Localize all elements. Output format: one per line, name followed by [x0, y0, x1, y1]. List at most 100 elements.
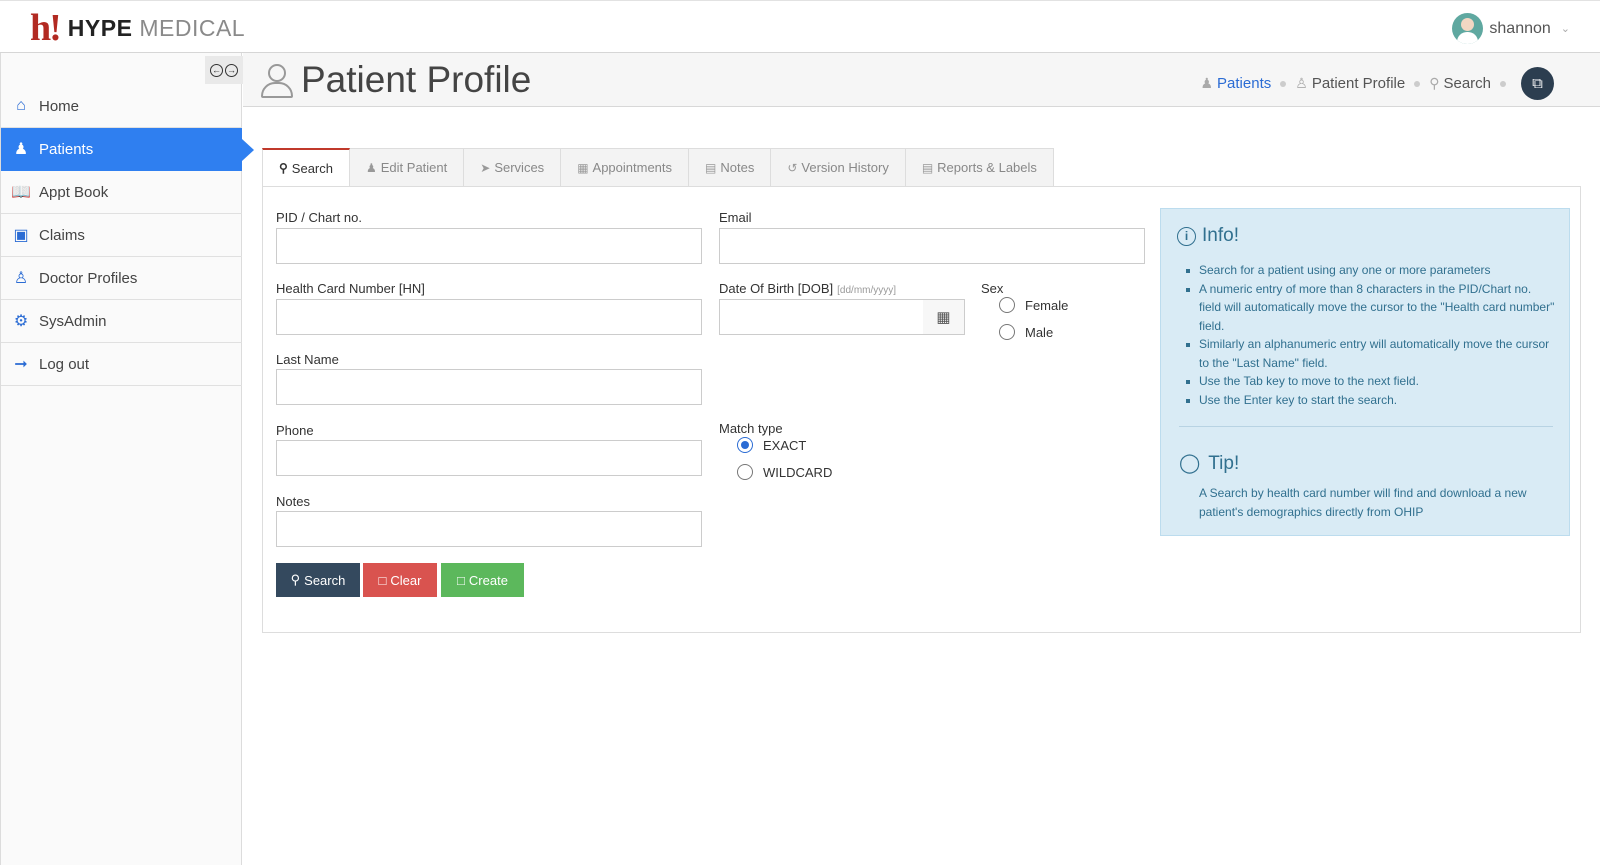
- tab-version-history[interactable]: ↺ Version History: [771, 148, 906, 187]
- dob-input[interactable]: [719, 299, 924, 335]
- tab-label: Reports & Labels: [937, 160, 1037, 175]
- last-name-input[interactable]: [276, 369, 702, 405]
- match-type-label: Match type: [719, 421, 783, 436]
- calendar-icon: ▦: [936, 309, 951, 326]
- app-logo[interactable]: h! HYPE MEDICAL: [30, 7, 245, 49]
- email-label: Email: [719, 210, 752, 225]
- page-title: Patient Profile: [259, 59, 531, 101]
- user-icon: ♙: [1295, 75, 1308, 91]
- sidebar-item-label: Appt Book: [39, 183, 109, 201]
- list-item: Use the Tab key to move to the next fiel…: [1185, 372, 1555, 391]
- sidebar-item-appt-book[interactable]: 📖 Appt Book: [1, 171, 242, 214]
- sidebar-item-sysadmin[interactable]: ⚙ SysAdmin: [1, 300, 242, 343]
- user-name: shannon: [1489, 19, 1551, 37]
- dob-label-text: Date Of Birth [DOB]: [719, 281, 834, 296]
- breadcrumb-patients[interactable]: ♟ Patients: [1200, 75, 1271, 92]
- briefcase-icon: ▣: [13, 227, 29, 244]
- search-button[interactable]: ⚲ Search: [276, 563, 360, 597]
- search-icon: ⚲: [279, 161, 288, 175]
- search-icon: ⚲: [290, 572, 301, 587]
- tab-edit-patient[interactable]: ♟ Edit Patient: [350, 148, 465, 187]
- profile-tabs: ⚲ Search ♟ Edit Patient ➤ Services ▦ App…: [262, 148, 1054, 187]
- tab-reports-labels[interactable]: ▤ Reports & Labels: [905, 148, 1054, 187]
- pid-input[interactable]: [276, 228, 702, 264]
- lightbulb-icon: ◯: [1179, 453, 1201, 474]
- breadcrumb-separator: [1280, 80, 1287, 87]
- dob-label: Date Of Birth [DOB] [dd/mm/yyyy]: [719, 281, 896, 296]
- clipboard-icon: ⧉: [1532, 75, 1543, 92]
- breadcrumb-patient-profile[interactable]: ♙ Patient Profile: [1295, 75, 1405, 92]
- breadcrumb-label: Patients: [1217, 75, 1272, 92]
- divider: [1179, 426, 1553, 427]
- tab-appointments[interactable]: ▦ Appointments: [561, 148, 690, 187]
- radio-circle[interactable]: [999, 297, 1015, 313]
- info-list: Search for a patient using any one or mo…: [1185, 261, 1555, 409]
- button-label: Search: [304, 572, 346, 588]
- sidebar-item-claims[interactable]: ▣ Claims: [1, 214, 242, 257]
- sidebar-item-label: SysAdmin: [39, 312, 107, 330]
- email-input[interactable]: [719, 228, 1145, 264]
- match-radio-exact[interactable]: EXACT: [737, 437, 806, 453]
- sidebar-nav: ⌂ Home ♟ Patients 📖 Appt Book ▣ Claims ♙…: [1, 85, 254, 386]
- expand-right-icon[interactable]: →: [225, 63, 238, 77]
- tab-label: Notes: [720, 160, 755, 175]
- sidebar-item-logout[interactable]: ➞ Log out: [1, 343, 242, 386]
- info-heading: i Info!: [1177, 225, 1239, 247]
- sidebar-toggle[interactable]: ← →: [205, 56, 243, 84]
- gear-icon: ⚙: [13, 313, 29, 330]
- calendar-button[interactable]: ▦: [923, 299, 965, 335]
- radio-circle[interactable]: [999, 324, 1015, 340]
- info-icon: i: [1177, 226, 1196, 246]
- document-icon: ▤: [921, 160, 934, 175]
- health-card-input[interactable]: [276, 299, 702, 335]
- new-document-icon: □: [457, 572, 465, 588]
- dob-format-hint: [dd/mm/yyyy]: [837, 285, 897, 296]
- tab-notes[interactable]: ▤ Notes: [689, 148, 772, 187]
- document-icon: □: [378, 572, 387, 588]
- tab-label: Search: [291, 160, 333, 176]
- sidebar-item-patients[interactable]: ♟ Patients: [1, 128, 254, 171]
- brand-bold: HYPE: [67, 14, 133, 41]
- tab-label: Services: [494, 160, 545, 175]
- breadcrumb-search[interactable]: ⚲ Search: [1429, 75, 1491, 92]
- history-icon: ↺: [787, 160, 798, 175]
- create-button[interactable]: □ Create: [441, 563, 524, 597]
- list-item: Search for a patient using any one or mo…: [1185, 261, 1555, 280]
- logo-mark: h!: [30, 7, 62, 49]
- top-header: h! HYPE MEDICAL shannon ⌄: [0, 0, 1600, 53]
- doctor-icon: ♙: [13, 270, 29, 287]
- notes-icon: ▤: [705, 160, 717, 175]
- sex-radio-male[interactable]: Male: [999, 324, 1053, 340]
- match-radio-wildcard[interactable]: WILDCARD: [737, 464, 832, 480]
- radio-label: Female: [1025, 297, 1069, 313]
- list-item: Similarly an alphanumeric entry will aut…: [1185, 335, 1555, 372]
- tab-services[interactable]: ➤ Services: [464, 148, 562, 187]
- clear-button[interactable]: □ Clear: [363, 563, 437, 597]
- book-icon: 📖: [11, 184, 31, 201]
- user-menu[interactable]: shannon ⌄: [1452, 13, 1570, 44]
- info-panel: i Info! Search for a patient using any o…: [1160, 208, 1570, 536]
- phone-label: Phone: [276, 423, 314, 438]
- sidebar-item-label: Doctor Profiles: [39, 269, 138, 287]
- radio-circle[interactable]: [737, 437, 753, 453]
- collapse-left-icon[interactable]: ←: [210, 63, 223, 77]
- sidebar-item-home[interactable]: ⌂ Home: [1, 85, 242, 128]
- pid-label: PID / Chart no.: [276, 210, 362, 225]
- sidebar-item-doctor-profiles[interactable]: ♙ Doctor Profiles: [1, 257, 242, 300]
- info-title: Info!: [1202, 225, 1239, 246]
- list-item: Use the Enter key to start the search.: [1185, 391, 1555, 410]
- radio-circle[interactable]: [737, 464, 753, 480]
- users-icon: ♟: [13, 141, 29, 158]
- radio-label: WILDCARD: [763, 464, 833, 480]
- breadcrumb-separator: [1414, 80, 1421, 87]
- logout-icon: ➞: [14, 356, 28, 373]
- breadcrumb-separator: [1500, 80, 1506, 87]
- tab-search[interactable]: ⚲ Search: [262, 148, 350, 187]
- tip-title: Tip!: [1208, 452, 1240, 474]
- tip-text: A Search by health card number will find…: [1199, 486, 1527, 519]
- notes-input[interactable]: [276, 511, 702, 547]
- health-card-label: Health Card Number [HN]: [276, 281, 425, 296]
- sex-radio-female[interactable]: Female: [999, 297, 1068, 313]
- phone-input[interactable]: [276, 440, 702, 476]
- clipboard-button[interactable]: ⧉: [1521, 67, 1554, 100]
